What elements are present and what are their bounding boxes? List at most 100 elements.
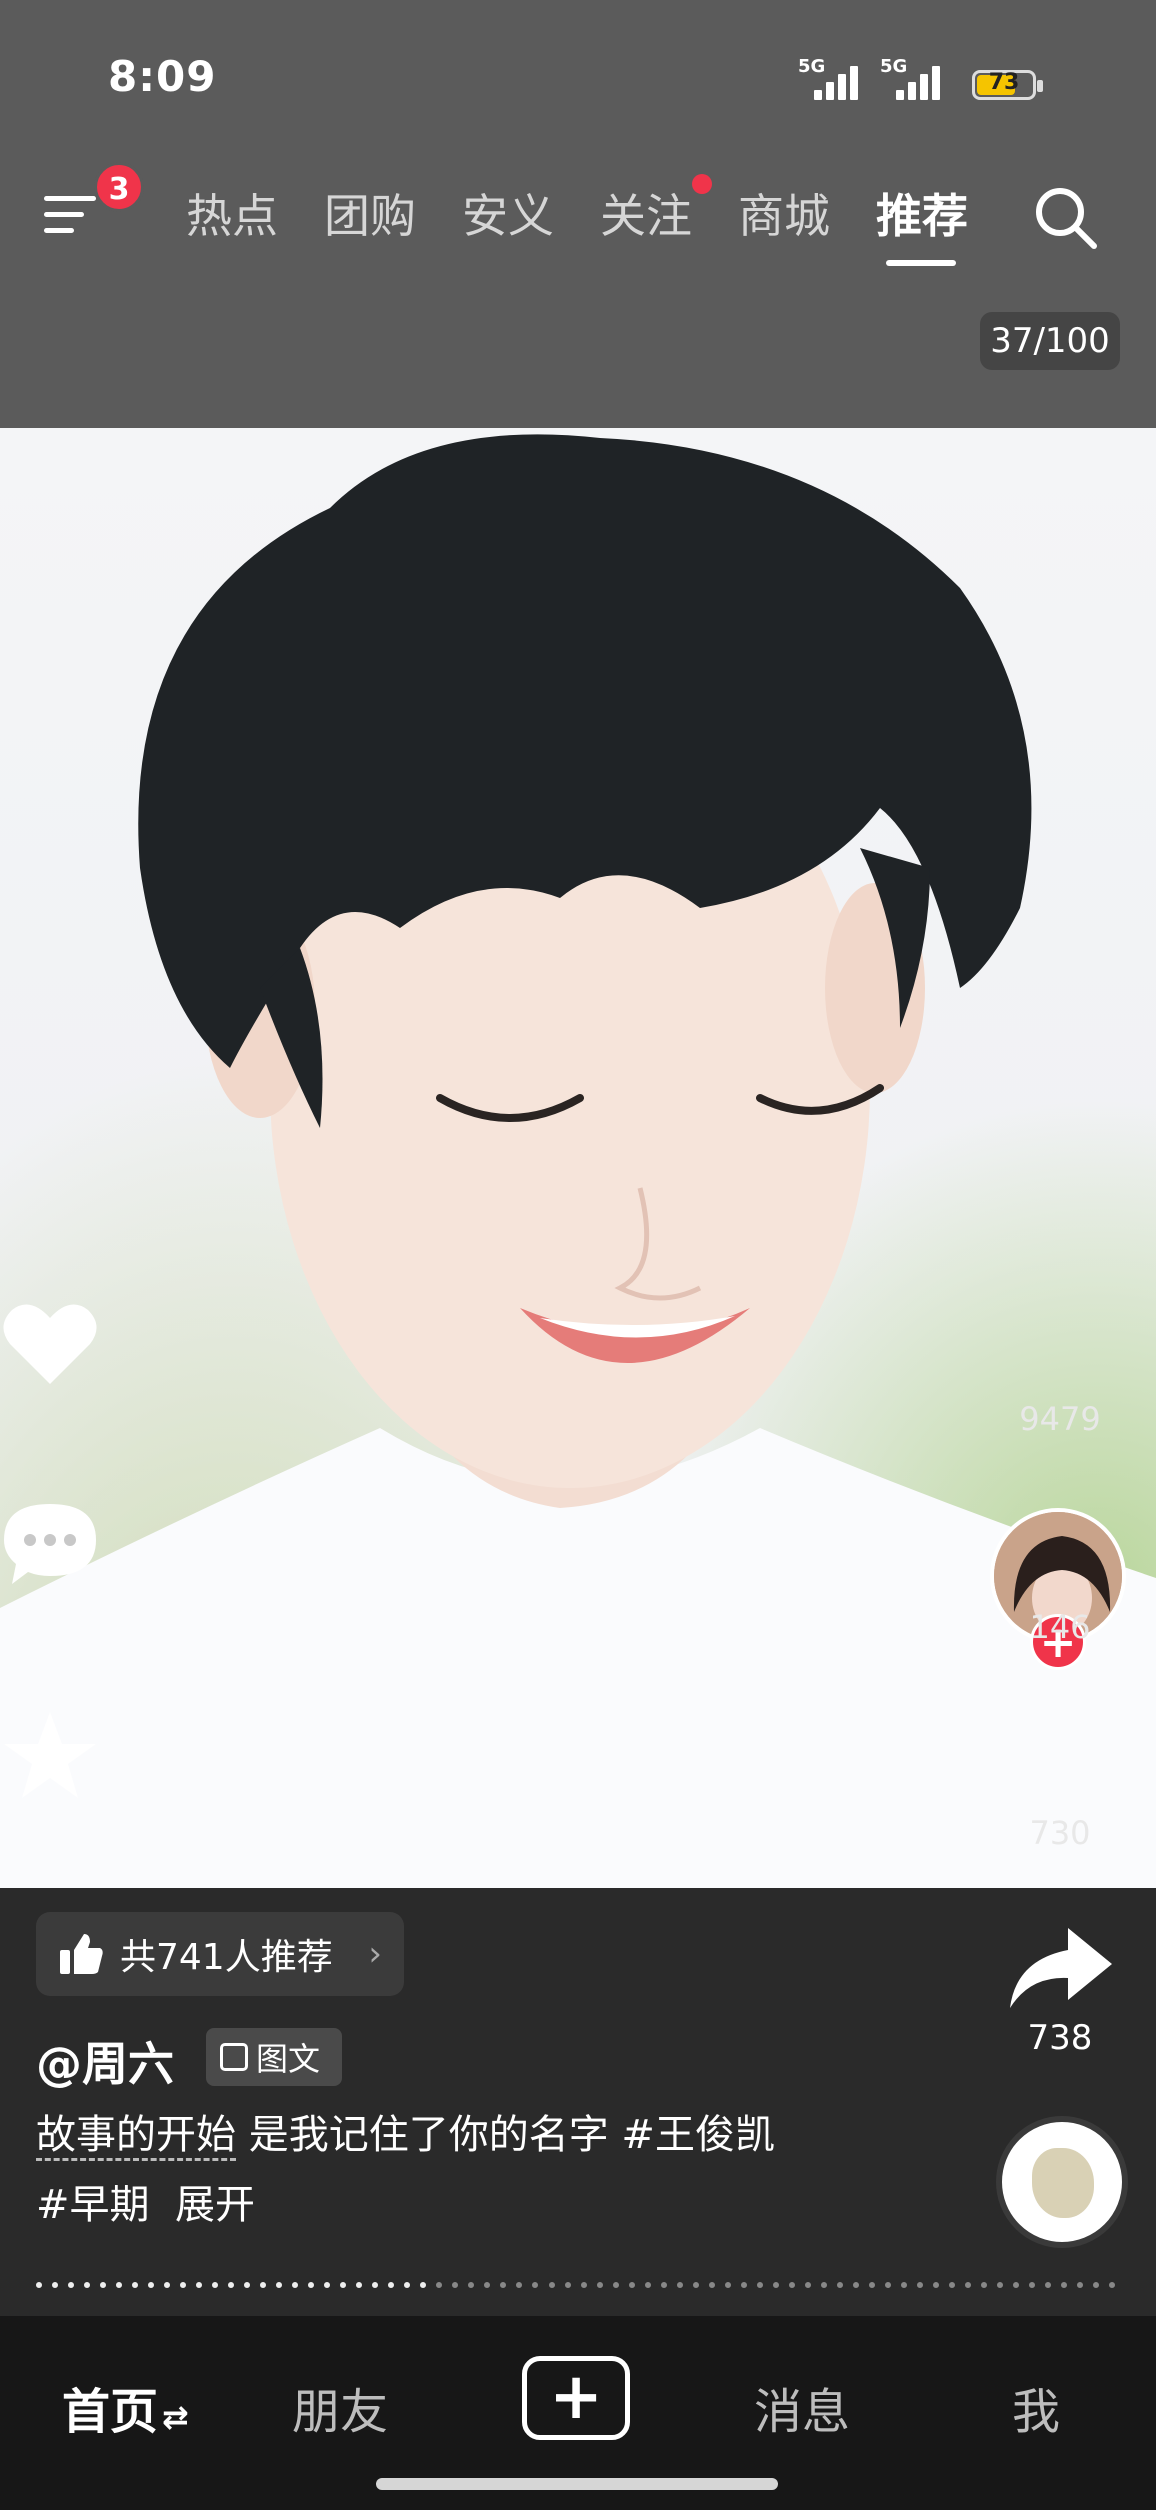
progress-dot xyxy=(532,2282,539,2288)
comment-icon[interactable] xyxy=(0,1498,100,1588)
progress-dot xyxy=(964,2282,971,2288)
status-time: 8:09 xyxy=(108,52,217,101)
progress-dot xyxy=(516,2282,523,2288)
network-type-label-2: 5G xyxy=(880,56,908,77)
active-tab-indicator xyxy=(886,260,956,266)
tab-label: 推荐 xyxy=(876,189,968,243)
progress-dot xyxy=(996,2282,1003,2288)
progress-dot xyxy=(932,2282,939,2288)
photo-progress-dots xyxy=(36,2282,1116,2292)
progress-dot xyxy=(756,2282,763,2288)
progress-dot xyxy=(852,2282,859,2288)
tab-messages[interactable]: 消息 xyxy=(754,2372,850,2442)
progress-dot xyxy=(292,2282,299,2288)
progress-dot xyxy=(788,2282,795,2288)
progress-dot xyxy=(308,2282,315,2288)
tab-local[interactable]: 安义 xyxy=(462,180,600,246)
chevron-right-icon: › xyxy=(368,1934,382,1974)
recommend-pill[interactable]: 共741人推荐 › xyxy=(36,1912,404,1996)
progress-dot xyxy=(260,2282,267,2288)
tab-recommend[interactable]: 推荐 xyxy=(876,180,1014,266)
tab-label: 热点 xyxy=(186,189,278,243)
progress-dot xyxy=(820,2282,827,2288)
tab-hot[interactable]: 热点 xyxy=(186,180,324,246)
progress-dot xyxy=(980,2282,987,2288)
thumbs-up-icon xyxy=(60,1934,103,1974)
tab-messages-label: 消息 xyxy=(754,2384,851,2440)
hashtag[interactable]: #早期 xyxy=(36,2182,150,2228)
progress-dot xyxy=(548,2282,555,2288)
battery-icon: 73 xyxy=(972,70,1043,100)
top-header: 8:09 5G 5G 73 3 热点 团购 安义 关注 商城 推荐 37/100 xyxy=(0,0,1156,428)
post-type-tag: 图文 xyxy=(206,2028,342,2086)
post-photo[interactable]: + 9479 146 730 xyxy=(0,428,1156,1888)
progress-dot xyxy=(388,2282,395,2288)
like-heart-icon[interactable] xyxy=(0,1298,100,1388)
progress-dot xyxy=(612,2282,619,2288)
status-indicators: 5G 5G 73 xyxy=(798,56,1043,100)
tab-friends[interactable]: 朋友 xyxy=(292,2372,388,2442)
portrait-illustration xyxy=(0,434,1156,1888)
progress-dot xyxy=(148,2282,155,2288)
progress-dot xyxy=(36,2282,42,2288)
progress-dot xyxy=(404,2282,411,2288)
progress-dot xyxy=(420,2282,427,2288)
tab-label: 安义 xyxy=(462,189,554,243)
recommend-count-text: 共741人推荐 xyxy=(120,1937,333,1978)
tab-mall[interactable]: 商城 xyxy=(738,180,876,246)
music-disc[interactable] xyxy=(996,2116,1128,2248)
progress-dot xyxy=(372,2282,379,2288)
progress-dot xyxy=(644,2282,651,2288)
progress-dot xyxy=(916,2282,923,2288)
post-info: 共741人推荐 › @周六 图文 故事的开始 是我记住了你的名字 #王俊凯 #早… xyxy=(0,1888,1156,2316)
search-icon[interactable] xyxy=(1032,184,1098,250)
like-count: 9479 xyxy=(1019,1400,1101,1438)
share-icon[interactable] xyxy=(1006,1924,1116,2014)
notification-dot xyxy=(692,174,712,194)
progress-dot xyxy=(116,2282,123,2288)
progress-dot xyxy=(436,2282,443,2288)
progress-dot xyxy=(1109,2282,1116,2288)
progress-dot xyxy=(180,2282,187,2288)
progress-dot xyxy=(452,2282,459,2288)
favorite-count: 730 xyxy=(1029,1814,1091,1852)
home-indicator[interactable] xyxy=(376,2478,778,2490)
progress-dot xyxy=(884,2282,891,2288)
author-name[interactable]: @周六 xyxy=(36,2028,174,2094)
comment-count: 146 xyxy=(1029,1608,1091,1646)
progress-dot xyxy=(740,2282,747,2288)
progress-dot xyxy=(804,2282,811,2288)
tab-home[interactable]: 首页 ⇄ xyxy=(62,2372,189,2442)
progress-dot xyxy=(52,2282,59,2288)
caption-highlight[interactable]: 故事的开始 xyxy=(36,2112,236,2161)
menu-badge: 3 xyxy=(94,162,144,212)
create-post-button[interactable]: + xyxy=(522,2356,630,2440)
tab-following[interactable]: 关注 xyxy=(600,174,738,246)
favorite-star-icon[interactable] xyxy=(0,1710,100,1800)
caption-text: 是我记住了你的名字 #王俊凯 xyxy=(236,2112,775,2158)
signal-icon: 5G xyxy=(798,56,862,100)
share-count: 738 xyxy=(1027,2018,1093,2058)
progress-dot xyxy=(1061,2282,1067,2288)
progress-dot xyxy=(836,2282,843,2288)
progress-dot xyxy=(948,2282,955,2288)
tab-home-label: 首页 xyxy=(62,2384,159,2440)
swap-icon: ⇄ xyxy=(162,2398,189,2436)
progress-dot xyxy=(580,2282,587,2288)
progress-dot xyxy=(324,2282,331,2288)
menu-icon[interactable] xyxy=(44,190,100,240)
progress-dot xyxy=(900,2282,907,2288)
progress-dot xyxy=(1012,2282,1019,2288)
post-caption[interactable]: 故事的开始 是我记住了你的名字 #王俊凯 #早期 展开 xyxy=(36,2100,936,2240)
progress-dot xyxy=(868,2282,875,2288)
progress-dot xyxy=(1077,2282,1084,2288)
progress-dot xyxy=(772,2282,779,2288)
expand-link[interactable]: 展开 xyxy=(175,2182,255,2228)
progress-dot xyxy=(628,2282,635,2288)
photo-counter: 37/100 xyxy=(980,312,1120,370)
progress-dot xyxy=(164,2282,171,2288)
tab-group-buy[interactable]: 团购 xyxy=(324,180,462,246)
tab-me[interactable]: 我 xyxy=(1012,2372,1060,2442)
tab-me-label: 我 xyxy=(1012,2384,1061,2440)
progress-dot xyxy=(356,2282,363,2288)
